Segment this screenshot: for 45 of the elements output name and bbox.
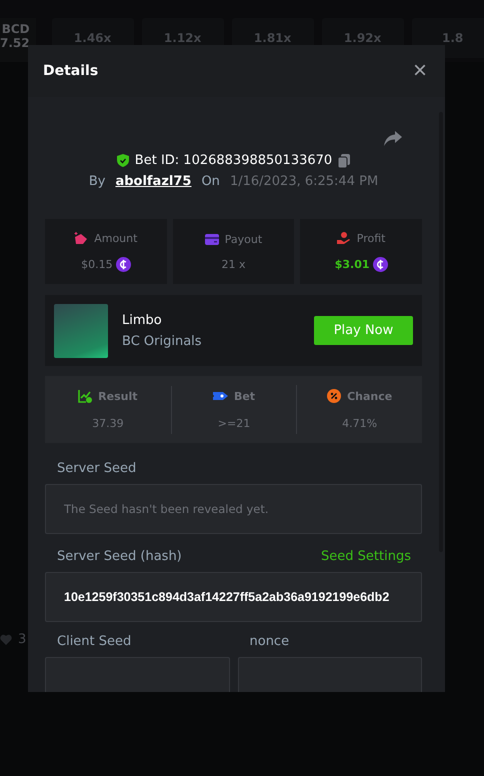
bet-date: 1/16/2023, 6:25:44 PM	[230, 174, 378, 189]
game-provider: BC Originals	[122, 334, 203, 348]
stat-value: 21 x	[221, 258, 246, 270]
field-label: Server Seed (hash)	[57, 549, 182, 564]
username-link[interactable]: abolfazl75	[115, 174, 192, 189]
result-value: >=21	[218, 416, 250, 430]
percent-icon	[327, 389, 342, 403]
result-label: Chance	[347, 390, 392, 402]
bet-id: Bet ID: 102688398850133670	[134, 153, 332, 168]
hand-coin-icon	[336, 232, 351, 244]
heart-icon	[0, 634, 12, 645]
card-icon	[204, 234, 219, 244]
game-name: Limbo	[122, 312, 163, 328]
field-label: Server Seed	[57, 461, 136, 476]
share-icon[interactable]	[384, 131, 402, 146]
chart-check-icon	[78, 389, 92, 403]
stat-value: $3.01	[334, 258, 370, 270]
copy-icon[interactable]	[338, 154, 350, 168]
by-label: By	[88, 174, 106, 189]
field-label: Client Seed	[57, 634, 132, 649]
server-seed-field[interactable]: The Seed hasn't been revealed yet.	[45, 484, 422, 534]
dialog-title: Details	[43, 63, 98, 79]
coin-icon	[372, 256, 388, 272]
currency-label: BCD	[2, 22, 30, 36]
stat-label: Payout	[224, 232, 262, 246]
result-label: Result	[98, 390, 138, 402]
stat-label: Amount	[94, 232, 138, 244]
nonce-field[interactable]	[238, 657, 422, 692]
shield-check-icon	[116, 154, 129, 167]
stat-value: $0.15	[81, 258, 113, 270]
result-value: 4.71%	[342, 417, 378, 430]
client-seed-field[interactable]	[45, 657, 230, 692]
seed-settings-link[interactable]: Seed Settings	[321, 549, 411, 564]
game-thumbnail	[54, 304, 108, 358]
balance-amount: 7.52	[0, 36, 30, 50]
result-label: Bet	[234, 390, 256, 402]
like-count: 3	[18, 632, 26, 647]
result-value: 37.39	[92, 417, 124, 430]
on-label: On	[201, 174, 220, 189]
close-button[interactable]: ×	[412, 61, 427, 81]
ticket-icon	[212, 390, 228, 402]
field-label: nonce	[250, 634, 290, 649]
stat-label: Profit	[356, 232, 386, 244]
server-seed-hash-field[interactable]: 10e1259f30351c894d3af14227ff5a2ab36a9192199e6db2	[45, 572, 422, 622]
coin-icon	[116, 256, 131, 272]
